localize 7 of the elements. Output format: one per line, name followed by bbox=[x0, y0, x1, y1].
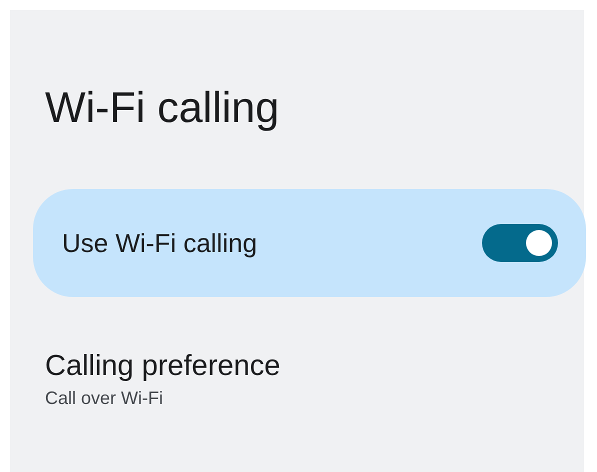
wifi-calling-row[interactable]: Use Wi-Fi calling bbox=[33, 189, 586, 297]
row-label: Use Wi-Fi calling bbox=[62, 226, 258, 260]
item-title: Calling preference bbox=[45, 349, 280, 384]
calling-preference-item[interactable]: Calling preference Call over Wi-Fi bbox=[45, 348, 280, 410]
item-summary: Call over Wi-Fi bbox=[45, 387, 164, 410]
toggle-switch[interactable] bbox=[482, 224, 558, 262]
page-title: Wi-Fi calling bbox=[45, 83, 280, 134]
